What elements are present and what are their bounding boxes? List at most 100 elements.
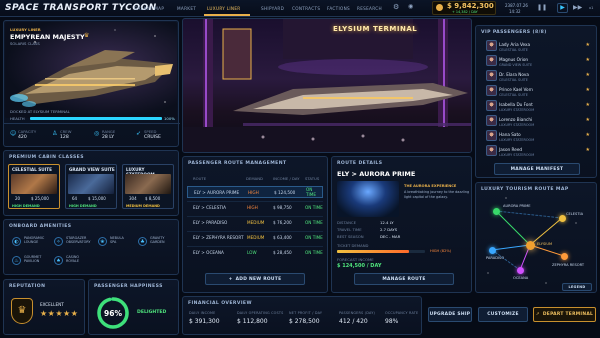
vip-item[interactable]: Dr. Elara Nova CELESTIAL SUITE ★ <box>480 70 592 84</box>
nav-research[interactable]: RESEARCH <box>357 6 382 11</box>
map-node-oceana[interactable] <box>517 267 524 274</box>
terminal-scene: ELYSIUM TERMINAL <box>182 18 472 153</box>
demand-value: HIGH (82%) <box>430 249 452 253</box>
amenities-panel: ONBOARD AMENITIES ◐ PANORAMIC LOUNGE ✧ STAR… <box>3 219 179 275</box>
nav-luxury-liner[interactable]: LUXURY LINER <box>207 6 241 11</box>
map-label-paradiso: PARADISO <box>486 256 505 260</box>
speed-label: x1 <box>589 6 594 10</box>
vip-item[interactable]: Hana Sato LUXURY STATEROOM ★ <box>480 130 592 144</box>
cabin-demand: MEDIUM DEMAND <box>126 204 160 208</box>
route-row[interactable]: ELY > CELESTIA HIGH $ 98,750 ON TIME <box>187 201 323 213</box>
map-node-elysium[interactable] <box>526 241 535 250</box>
amenity-garden: ♣ GRAVITY GARDEN <box>138 236 176 250</box>
map-node-paradiso[interactable] <box>489 247 496 254</box>
health-label: HEALTH <box>10 116 25 121</box>
routes-title: PASSENGER ROUTE MANAGEMENT <box>188 161 287 166</box>
amenity-label: OBSERVATORY <box>66 240 91 245</box>
reputation-level: EXCELLENT <box>40 302 64 307</box>
telescope-icon: ✧ <box>54 237 63 246</box>
forecast-label: FORECAST INCOME <box>337 257 374 262</box>
cabin-name: CELESTIAL SUITE <box>12 167 52 172</box>
customize-button[interactable]: CUSTOMIZE <box>478 307 528 322</box>
demand-bar <box>337 250 425 253</box>
map-node-zephyra[interactable] <box>561 253 568 260</box>
legend-label: LEGEND <box>568 285 586 289</box>
cabin-card-celestial[interactable]: CELESTIAL SUITE 20 $ 25,000 HIGH DEMAND <box>8 164 60 209</box>
cabin-name: GRAND VIEW SUITE <box>69 167 115 172</box>
credits-coin-icon <box>436 4 443 11</box>
cabin-count: 64 <box>72 196 78 201</box>
amenity-label: ROYALE <box>66 259 79 264</box>
fast-forward-icon[interactable]: ▶▶ <box>573 4 582 11</box>
fin-value: 98% <box>385 318 399 325</box>
cabin-count: 304 <box>129 196 137 201</box>
health-value: 100% <box>164 116 175 121</box>
play-icon[interactable]: ▶ <box>557 3 568 13</box>
details-title: ROUTE DETAILS <box>337 161 383 166</box>
vip-item[interactable]: Lady Aria Vexa CELESTIAL SUITE ★ <box>480 40 592 54</box>
route-map-panel: LUXURY TOURISM ROUTE MAP AURORA PRIME CE… <box>475 182 597 293</box>
route-row[interactable]: ELY > PARADISO MEDIUM $ 76,200 ON TIME <box>187 216 323 228</box>
legend-button[interactable]: LEGEND <box>562 283 592 291</box>
stat-crew-label: CREW <box>60 129 72 134</box>
crown-icon: ♛ <box>84 32 90 39</box>
cabin-price: $ 15,000 <box>88 196 106 201</box>
stat-capacity-value: 420 <box>18 135 27 140</box>
crew-icon: ♙ <box>52 130 58 137</box>
route-status: ON TIME <box>305 205 323 210</box>
route-demand: MEDIUM <box>247 235 265 240</box>
route-row[interactable]: ELY > AURORA PRIME HIGH $ 124,500 ON TIM… <box>187 186 323 198</box>
route-row[interactable]: ELY > ZEPHYRA RESORT MEDIUM $ 63,400 ON … <box>187 231 323 243</box>
nav-galaxy-map[interactable]: GALAXY MAP <box>134 6 164 11</box>
cabin-card-grand-view[interactable]: GRAND VIEW SUITE 64 $ 15,000 HIGH DEMAND <box>65 164 117 209</box>
depart-terminal-button[interactable]: ➚ DEPART TERMINAL <box>533 307 596 322</box>
add-route-button[interactable]: + ADD NEW ROUTE <box>205 273 305 285</box>
route-income: $ 63,400 <box>273 235 292 240</box>
route-income: $ 28,450 <box>273 250 292 255</box>
bell-icon[interactable]: ◉ <box>408 3 413 10</box>
route-name: ELY > ZEPHYRA RESORT <box>193 235 244 240</box>
gear-icon[interactable]: ⚙ <box>393 3 399 11</box>
nav-factions[interactable]: FACTIONS <box>327 6 350 11</box>
vip-item[interactable]: Magnus Orion GRAND VIEW SUITE ★ <box>480 55 592 69</box>
vip-item[interactable]: Prince Kael Vorn CELESTIAL SUITE ★ <box>480 85 592 99</box>
manage-route-button[interactable]: MANAGE ROUTE <box>354 273 454 285</box>
reputation-panel: REPUTATION ♛ EXCELLENT ★★★★★ <box>3 279 85 335</box>
vip-item[interactable]: Jason Reed LUXURY STATEROOM ★ <box>480 145 592 159</box>
vip-item[interactable]: Lorenzo Bianchi LUXURY STATEROOM ★ <box>480 115 592 129</box>
upgrade-ship-button[interactable]: UPGRADE SHIP <box>428 307 472 322</box>
demand-label: TICKET DEMAND <box>337 243 369 248</box>
vip-item[interactable]: Isabella Du Font LUXURY STATEROOM ★ <box>480 100 592 114</box>
avatar <box>486 85 497 96</box>
route-name: ELY > PARADISO <box>193 220 228 225</box>
vip-name: Jason Reed <box>499 147 523 152</box>
manage-manifest-button[interactable]: MANAGE MANIFEST <box>494 163 580 175</box>
vip-name: Magnus Orion <box>499 57 529 62</box>
fin-label: NET PROFIT / DAY <box>289 311 323 315</box>
map-node-celestia[interactable] <box>559 215 566 222</box>
nav-contracts[interactable]: CONTRACTS <box>292 6 320 11</box>
nav-market[interactable]: MARKET <box>177 6 196 11</box>
avatar <box>486 145 497 156</box>
vip-role: LUXURY STATEROOM <box>499 153 535 157</box>
garden-icon: ♣ <box>138 237 147 246</box>
cabin-card-luxury-stateroom[interactable]: LUXURY STATEROOM 304 $ 8,500 MEDIUM DEMA… <box>122 164 174 209</box>
map-node-aurora-prime[interactable] <box>493 208 500 215</box>
dining-icon: ♨ <box>12 256 21 265</box>
amenity-label: LOUNGE <box>24 240 39 245</box>
route-row[interactable]: ELY > OCEANA LOW $ 28,450 ON TIME <box>187 246 323 258</box>
pause-icon[interactable]: ❚❚ <box>537 4 547 11</box>
add-route-label: ADD NEW ROUTE <box>235 276 282 282</box>
nav-shipyard[interactable]: SHIPYARD <box>261 6 284 11</box>
financial-title: FINANCIAL OVERVIEW <box>188 301 252 306</box>
amenity-label: PAVILION <box>24 259 40 264</box>
plus-icon: + <box>228 276 233 282</box>
map-label-celestia: CELESTIA <box>566 212 584 216</box>
cabin-demand: HIGH DEMAND <box>69 204 97 208</box>
cabin-image <box>11 174 57 194</box>
route-status: ON TIME <box>305 220 323 225</box>
field-season-label: BEST SEASON <box>337 234 364 239</box>
star-icon: ★ <box>585 117 590 123</box>
cabins-title: PREMIUM CABIN CLASSES <box>9 155 84 160</box>
ship-panel: LUXURY LINER EMPYREAN MAJESTY ♛ SOLARIS … <box>3 20 180 147</box>
